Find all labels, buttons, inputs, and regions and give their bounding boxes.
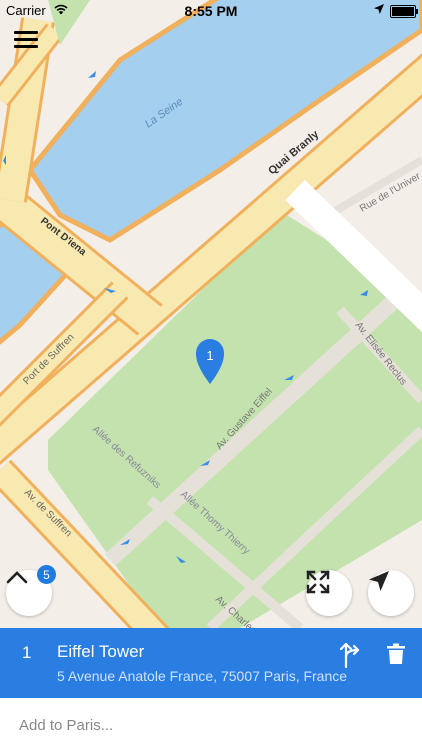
expand-arrows-icon bbox=[306, 570, 330, 594]
menu-button[interactable] bbox=[14, 28, 38, 50]
current-location-button[interactable] bbox=[368, 570, 414, 616]
add-stop-bar bbox=[0, 698, 422, 750]
battery-icon bbox=[390, 5, 418, 18]
fit-map-button[interactable] bbox=[306, 570, 352, 616]
trash-icon[interactable] bbox=[386, 643, 406, 665]
stop-index: 1 bbox=[22, 643, 32, 662]
directions-icon[interactable] bbox=[338, 640, 364, 668]
stop-title: Eiffel Tower bbox=[57, 642, 145, 661]
menu-icon-line bbox=[14, 45, 38, 48]
navigation-arrow-icon bbox=[369, 571, 389, 591]
status-time: 8:55 PM bbox=[184, 3, 238, 19]
chevron-up-icon bbox=[6, 571, 28, 584]
stops-count-badge: 5 bbox=[37, 565, 56, 584]
location-arrow-icon bbox=[374, 4, 384, 14]
map-pin-number: 1 bbox=[206, 348, 213, 363]
menu-icon-line bbox=[14, 38, 38, 41]
add-stop-input[interactable] bbox=[17, 712, 401, 738]
menu-icon-line bbox=[14, 31, 38, 34]
route-stop-row[interactable]: 1 Eiffel Tower 5 Avenue Anatole France, … bbox=[0, 628, 422, 698]
map-view[interactable]: La Seine Quai Branly Pont D'iena Port de… bbox=[0, 0, 422, 628]
status-bar: Carrier 8:55 PM bbox=[0, 0, 422, 22]
stop-address: 5 Avenue Anatole France, 75007 Paris, Fr… bbox=[57, 668, 348, 684]
map-canvas[interactable]: La Seine Quai Branly Pont D'iena Port de… bbox=[0, 0, 422, 628]
